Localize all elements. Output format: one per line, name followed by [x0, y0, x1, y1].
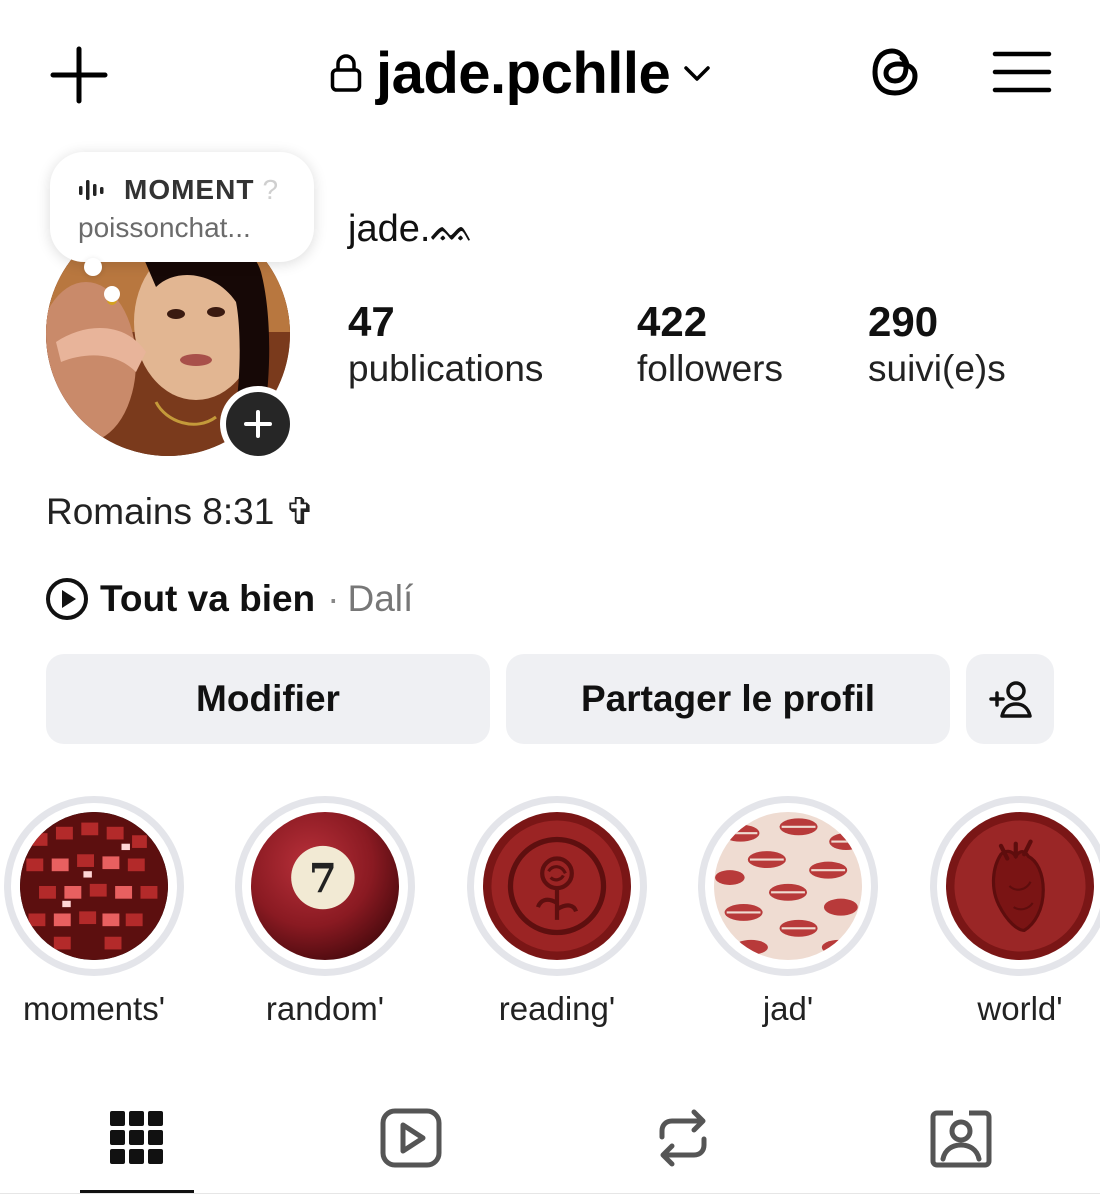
stat-label: publications	[348, 348, 544, 389]
note-title-suffix: ?	[262, 174, 280, 205]
stat-value: 47	[348, 298, 395, 345]
highlight-cover-pool-ball: 7	[251, 812, 399, 960]
account-switcher[interactable]: jade.pchlle	[330, 38, 712, 108]
highlight-cover-lips-pattern	[714, 812, 862, 960]
stat-followers[interactable]: 422 followers	[637, 298, 783, 392]
username: jade.pchlle	[376, 40, 671, 106]
tagged-icon	[930, 1110, 992, 1168]
edit-profile-button[interactable]: Modifier	[46, 654, 490, 744]
stat-label: suivi(e)s	[868, 348, 1006, 389]
stat-label: followers	[637, 348, 783, 389]
hamburger-menu-icon	[992, 51, 1052, 93]
create-button[interactable]	[44, 40, 114, 110]
tab-reels[interactable]	[356, 1098, 466, 1178]
note-bubble[interactable]: MOMENT ? poissonchat...	[50, 152, 314, 262]
bio-text: Romains 8:31 ✞	[46, 491, 316, 532]
note-title: MOMENT	[124, 174, 255, 205]
share-profile-button[interactable]: Partager le profil	[506, 654, 950, 744]
note-title-row: MOMENT ?	[78, 174, 314, 206]
highlight-ring	[4, 796, 184, 976]
add-story-button[interactable]	[220, 386, 296, 462]
tab-tagged[interactable]	[906, 1098, 1016, 1178]
add-person-icon	[989, 681, 1032, 718]
chevron-down-icon	[684, 66, 711, 81]
tab-reposts[interactable]	[628, 1098, 738, 1178]
highlight-reading[interactable]: reading'	[467, 796, 647, 1028]
stat-publications[interactable]: 47 publications	[348, 298, 543, 392]
highlight-cover-disco-ball	[20, 812, 168, 960]
tab-grid[interactable]	[82, 1098, 192, 1178]
discover-people-button[interactable]	[966, 654, 1054, 744]
stat-value: 290	[868, 298, 939, 345]
reposts-icon	[659, 1109, 707, 1167]
threads-icon	[872, 48, 918, 96]
plus-icon	[50, 46, 108, 104]
add-story-badge	[226, 392, 290, 456]
highlight-label: world'	[977, 990, 1063, 1027]
stat-value: 422	[637, 298, 708, 345]
highlight-label: reading'	[498, 990, 616, 1027]
highlight-random[interactable]: 7 random'	[235, 796, 415, 1028]
note-tail-dot-small	[104, 286, 120, 302]
threads-button[interactable]	[864, 40, 928, 104]
pool-ball-number: 7	[309, 855, 337, 902]
music-title: Tout va bien	[100, 578, 316, 619]
highlight-moments[interactable]: moments'	[4, 796, 184, 1028]
highlight-ring	[698, 796, 878, 976]
highlight-cover-wax-seal-heart	[946, 812, 1094, 960]
highlight-cover-wax-seal-rose	[483, 812, 631, 960]
music-artist: Dalí	[347, 578, 414, 619]
music-separator: ·	[327, 578, 340, 619]
plus-icon	[244, 410, 272, 438]
display-name: jade.ᨐ	[348, 208, 476, 250]
lock-icon	[330, 54, 362, 92]
stat-following[interactable]: 290 suivi(e)s	[868, 298, 1006, 392]
audio-bars-icon	[79, 180, 104, 200]
menu-button[interactable]	[990, 44, 1054, 100]
profile-music[interactable]: Tout va bien · Dalí	[44, 576, 413, 622]
tabs-divider	[0, 1193, 1100, 1194]
highlight-label: random'	[265, 990, 385, 1027]
highlight-ring	[467, 796, 647, 976]
highlight-jad[interactable]: jad'	[698, 796, 878, 1028]
highlight-world[interactable]: world'	[930, 796, 1100, 1028]
note-subtitle: poissonchat...	[78, 212, 251, 243]
grid-icon	[110, 1111, 163, 1164]
reels-icon	[380, 1108, 442, 1168]
note-tail-dot	[84, 258, 102, 276]
play-circle-icon	[46, 578, 88, 620]
profile-header: jade.pchlle	[0, 0, 1100, 150]
highlight-label: jad'	[762, 990, 814, 1027]
highlight-ring	[930, 796, 1100, 976]
highlight-ring: 7	[235, 796, 415, 976]
profile-content-tabs	[0, 1098, 1100, 1200]
highlight-label: moments'	[22, 990, 165, 1027]
